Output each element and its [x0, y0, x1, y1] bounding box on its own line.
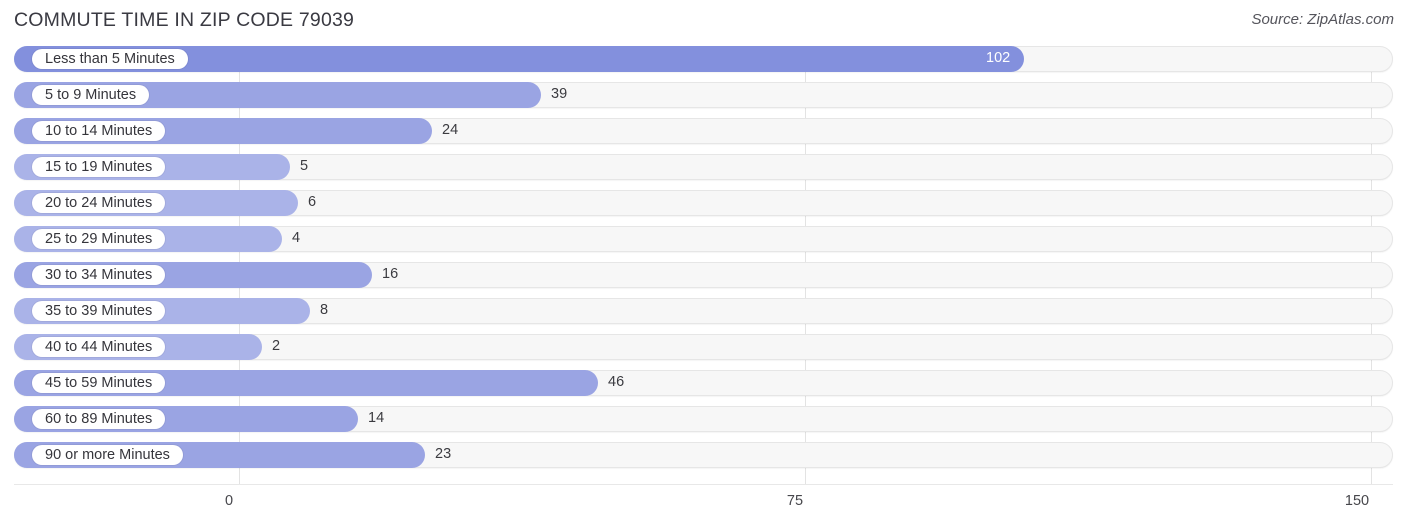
bar-row: 5 to 9 Minutes 39: [0, 80, 1406, 110]
bar-category-label: 40 to 44 Minutes: [32, 337, 166, 357]
bar-category-label: 30 to 34 Minutes: [32, 265, 166, 285]
bar-row: 10 to 14 Minutes 24: [0, 116, 1406, 146]
bar-value-label: 8: [320, 302, 329, 318]
bar-row: 40 to 44 Minutes 2: [0, 332, 1406, 362]
chart-header: COMMUTE TIME IN ZIP CODE 79039 Source: Z…: [0, 0, 1406, 44]
bar-category-label: 10 to 14 Minutes: [32, 121, 166, 141]
bar-category-label: 20 to 24 Minutes: [32, 193, 166, 213]
bar-row: 90 or more Minutes 23: [0, 440, 1406, 470]
bar-category-label: 25 to 29 Minutes: [32, 229, 166, 249]
x-axis: 0 75 150: [0, 484, 1406, 523]
bar-value-label: 24: [442, 122, 459, 138]
bar-row: 60 to 89 Minutes 14: [0, 404, 1406, 434]
bar-row: Less than 5 Minutes 102: [0, 44, 1406, 74]
bar-row: 20 to 24 Minutes 6: [0, 188, 1406, 218]
bar-row: 35 to 39 Minutes 8: [0, 296, 1406, 326]
bar-value-label: 39: [551, 86, 568, 102]
bar-category-label: Less than 5 Minutes: [32, 49, 188, 69]
bar-value-label: 102: [986, 50, 1011, 66]
bar-category-label: 5 to 9 Minutes: [32, 85, 150, 105]
bar-value-label: 16: [382, 266, 399, 282]
bar-value-label: 4: [292, 230, 301, 246]
bar-row: 45 to 59 Minutes 46: [0, 368, 1406, 398]
bar-category-label: 45 to 59 Minutes: [32, 373, 166, 393]
source-attribution: Source: ZipAtlas.com: [1251, 11, 1394, 28]
bar-value-label: 23: [435, 446, 452, 462]
bar-category-label: 90 or more Minutes: [32, 445, 183, 465]
page-title: COMMUTE TIME IN ZIP CODE 79039: [14, 9, 355, 31]
x-tick-150: 150: [1344, 493, 1370, 509]
bar-rows: Less than 5 Minutes 102 5 to 9 Minutes 39 10…: [0, 44, 1406, 476]
bar-row: 25 to 29 Minutes 4: [0, 224, 1406, 254]
axis-rule: [14, 484, 1393, 485]
bar-row: 30 to 34 Minutes 16: [0, 260, 1406, 290]
x-tick-75: 75: [786, 493, 804, 509]
x-tick-0: 0: [224, 493, 234, 509]
bar-value-label: 14: [368, 410, 385, 426]
bar-value-label: 46: [608, 374, 625, 390]
bar-category-label: 60 to 89 Minutes: [32, 409, 166, 429]
bar-value-label: 6: [308, 194, 317, 210]
chart-plot-area: Less than 5 Minutes 102 5 to 9 Minutes 39 10…: [0, 44, 1406, 484]
bar-category-label: 15 to 19 Minutes: [32, 157, 166, 177]
bar-value-label: 5: [300, 158, 309, 174]
bar-value-label: 2: [272, 338, 281, 354]
bar-category-label: 35 to 39 Minutes: [32, 301, 166, 321]
bar-row: 15 to 19 Minutes 5: [0, 152, 1406, 182]
